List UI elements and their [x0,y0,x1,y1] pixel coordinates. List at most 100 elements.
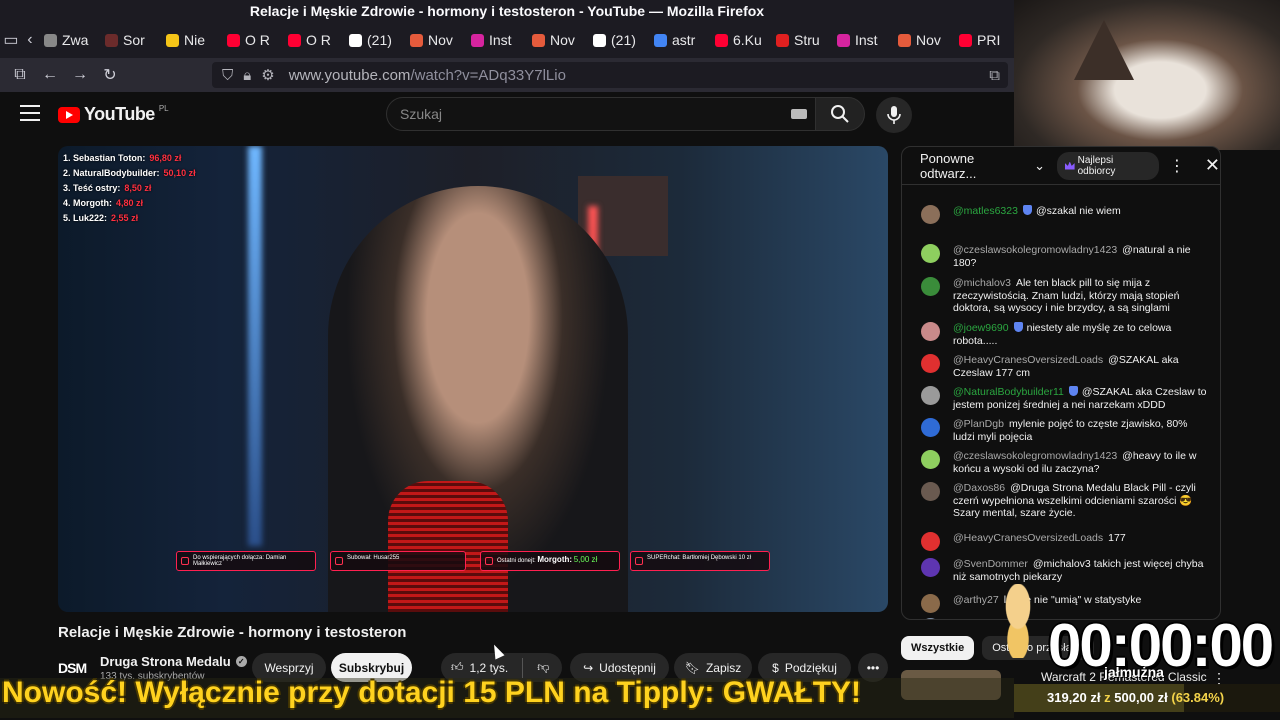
chat-message: @Daxos86 @Druga Strona Medalu Black Pill … [921,482,1211,520]
chat-avatar[interactable] [921,482,940,501]
chat-author[interactable]: @Daxos86 [953,482,1005,494]
picture-in-picture-icon[interactable]: ⧉ [989,67,1000,84]
chat-author[interactable]: @matles6323 [953,205,1018,217]
like-button[interactable]: 👍︎ 1,2 tys. [451,660,508,675]
chat-avatar[interactable] [921,244,940,263]
thumbs-down-icon[interactable]: 👎︎ [537,660,549,675]
chat-author[interactable]: @czeslawsokolegromowladny1423 [953,244,1117,256]
reload-icon[interactable]: ↻ [95,60,125,90]
chat-avatar[interactable] [921,558,940,577]
video-player[interactable]: 1. Sebastian Toton: 96,80 zł 2. NaturalBod… [58,146,888,612]
chat-message: @joew9690 niestety ale myślę ze to celowa… [921,322,1211,347]
close-icon[interactable]: ✕ [1205,155,1220,176]
browser-tab[interactable]: 6.Ku [709,25,770,55]
chip-all[interactable]: Wszystkie [901,636,975,660]
chat-author[interactable]: @SvenDommer [953,558,1028,570]
new-window-icon[interactable]: ⧉ [5,60,35,90]
tab-list-icon[interactable]: ▭ [0,25,22,55]
chat-avatar[interactable] [921,277,940,296]
chat-message: @matles6323 @szakal nie wiem [921,205,1211,224]
permissions-icon[interactable]: ⚙ [261,66,274,84]
lock-icon[interactable]: 🔒︎ [243,67,251,84]
window-title: Relacje i Męskie Zdrowie - hormony i tes… [0,0,1014,22]
donation-goal-text: 319,20 zł z 500,00 zł (63.84%) [1047,690,1225,705]
thanks-icon: $ [772,660,779,675]
url-bar[interactable]: ⛉ 🔒︎ ⚙ www.youtube.com/watch?v=ADq33Y7lL… [212,62,1008,88]
share-icon: ↪ [583,660,594,675]
browser-tab[interactable]: Inst [465,25,526,55]
browser-tab[interactable]: PRI [953,25,1014,55]
verified-icon: ✓ [235,656,247,667]
menu-icon[interactable] [20,105,40,121]
keyboard-icon[interactable] [791,109,807,119]
youtube-logo[interactable]: YouTube PL [58,104,169,125]
tab-scroll-left-icon[interactable]: ‹ [22,25,38,55]
browser-tab[interactable]: Sor [99,25,160,55]
voice-search-button[interactable] [876,97,912,133]
chat-author[interactable]: @michalov3 [953,277,1011,289]
chat-message: @SvenDommer @michalov3 takich jest więcej… [921,558,1211,583]
browser-tab[interactable]: (21) [587,25,648,55]
chat-author[interactable]: @HeavyCranesOversizedLoads [953,532,1103,544]
chat-mode-dropdown[interactable]: Ponowne odtwarz... [920,151,1030,181]
browser-tab[interactable]: (21) [343,25,404,55]
chat-avatar[interactable] [921,594,940,613]
chat-avatar[interactable] [921,450,940,469]
search-button[interactable] [815,97,865,131]
top-fans-badge[interactable]: Najlepsi odbiorcy [1056,151,1159,180]
browser-tab[interactable]: Nov [892,25,953,55]
ticker-text: Nowość! Wyłącznie przy dotacji 15 PLN na… [2,676,862,709]
browser-tab[interactable]: Zwa [38,25,99,55]
member-badge-icon [1068,386,1078,396]
browser-tab[interactable]: astr [648,25,709,55]
donor-row: 4. Morgoth: 4,80 zł [63,198,144,208]
chat-avatar[interactable] [921,205,940,224]
tab-favicon-icon [288,33,301,47]
chat-author[interactable]: @joew9690 [953,322,1009,334]
browser-tab[interactable]: Stru [770,25,831,55]
search-input[interactable]: Szukaj [386,97,816,131]
tab-favicon-icon [349,33,362,47]
browser-tab[interactable]: Nov [526,25,587,55]
chat-author[interactable]: @PlanDgb [953,418,1004,430]
chat-more-icon[interactable]: ⋮ [1169,156,1185,176]
browser-tab[interactable]: O R [282,25,343,55]
chat-message: @arthy27 ludzie nie "umią" w statystyke [921,594,1211,613]
chat-avatar[interactable] [921,418,940,437]
member-badge-icon [1022,205,1032,215]
back-icon[interactable]: ← [35,60,65,90]
chat-avatar[interactable] [921,532,940,551]
microphone-image [388,481,508,612]
tracking-shield-icon[interactable]: ⛉ [222,67,233,84]
chat-message: @NaturalBodybuilder11 @SZAKAL aka Czeslaw… [921,386,1211,411]
live-chat-panel: Ponowne odtwarz... ⌄ Najlepsi odbiorcy ⋮… [901,146,1221,620]
chat-avatar[interactable] [921,322,940,341]
chat-avatar[interactable] [921,386,940,405]
chat-author[interactable]: @czeslawsokolegromowladny1423 [953,450,1117,462]
overlay-subscriber: Subował: Husar255 [330,551,466,571]
overlay-last-donation: Ostatni donejt: Morgoth: 5,00 zł [480,551,620,571]
browser-tab[interactable]: Nie [160,25,221,55]
microphone-icon [887,106,901,124]
chat-header: Ponowne odtwarz... ⌄ Najlepsi odbiorcy ⋮… [902,147,1220,185]
tab-favicon-icon [166,33,179,47]
browser-tab[interactable]: O R [221,25,282,55]
browser-tab[interactable]: Inst [831,25,892,55]
overlay-new-supporter: Do wspierających dołącza: Damian Małkiew… [176,551,316,571]
forward-icon[interactable]: → [65,60,95,90]
crown-icon [1064,161,1075,170]
tab-favicon-icon [227,33,240,47]
chat-avatar[interactable] [921,354,940,373]
tab-favicon-icon [471,33,484,47]
channel-name[interactable]: Druga Strona Medalu ✓ [100,654,247,669]
browser-tab[interactable]: Nov [404,25,465,55]
chat-text: @szakal nie wiem [1035,205,1121,217]
bookmark-icon: 🔖︎ [684,660,700,675]
chevron-down-icon[interactable]: ⌄ [1034,158,1045,174]
overlay-superchat: SUPERchat: Bartłomiej Dębowski 10 zł [630,551,770,571]
chat-avatar[interactable] [921,618,940,619]
chat-author[interactable]: @HeavyCranesOversizedLoads [953,354,1103,366]
donor-row: 5. Luk222: 2,55 zł [63,213,139,223]
chat-author[interactable]: @NaturalBodybuilder11 [953,386,1064,398]
tab-favicon-icon [898,33,911,47]
